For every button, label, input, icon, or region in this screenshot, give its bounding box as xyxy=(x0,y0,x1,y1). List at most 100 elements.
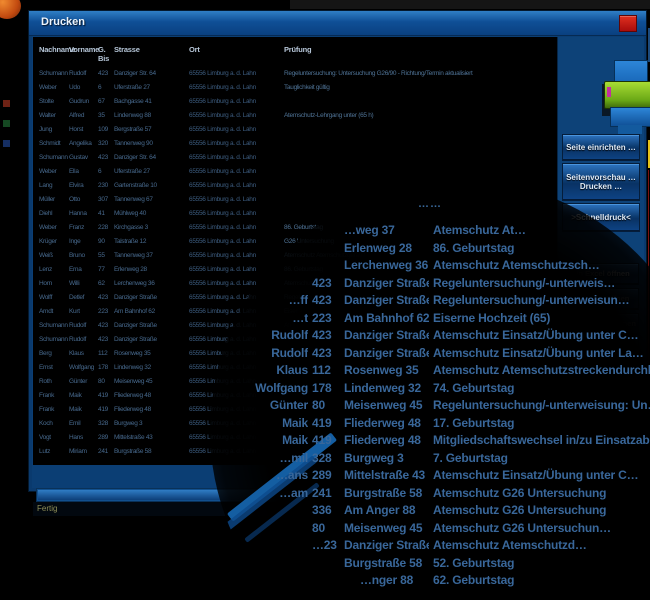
column-header-ort: Ort xyxy=(189,45,284,63)
cell-nachname: Müller xyxy=(39,193,69,207)
lens-cell-number: 419 xyxy=(312,415,340,432)
lens-cell-pruefung: Regeluntersuchung/-unterweisun… xyxy=(433,292,650,309)
lens-cell-pruefung: Regeluntersuchung/-unterweis… xyxy=(433,275,650,292)
cell-nachname: Schmidt xyxy=(39,137,69,151)
cell-pruefung xyxy=(284,123,557,137)
printer-icon-tab xyxy=(618,125,642,134)
cell-strasse: Danziger Straße xyxy=(114,291,189,305)
lens-cell-name xyxy=(228,520,308,537)
lens-cell-pruefung: Atemschutz Einsatz/Übung unter C… xyxy=(433,467,650,484)
cell-nachname: Krüger xyxy=(39,235,69,249)
lens-cell-name: …am xyxy=(228,485,308,502)
cell-bis: 328 xyxy=(98,417,114,431)
lens-cell-street: Danziger Straße xyxy=(344,327,429,344)
cell-strasse: Danziger Str. 64 xyxy=(114,67,189,81)
cell-vorname: Miriam xyxy=(69,445,98,459)
table-row: Schumann Gustav 423 Danziger Str. 64 655… xyxy=(33,151,557,165)
cell-strasse: Mühlweg 40 xyxy=(114,207,189,221)
cell-vorname: Udo xyxy=(69,81,98,95)
cell-strasse: Danziger Straße xyxy=(114,333,189,347)
cell-bis: 307 xyxy=(98,193,114,207)
cell-nachname: Lutz xyxy=(39,445,69,459)
cell-bis: 423 xyxy=(98,67,114,81)
cell-nachname: Schumann xyxy=(39,319,69,333)
table-header-row: Nachname Vorname G.Bis Strasse Ort Prüfu… xyxy=(33,45,557,63)
lens-cell-pruefung: 7. Geburtstag xyxy=(433,450,650,467)
lens-cell-name: Maik xyxy=(228,432,308,449)
lens-cell-pruefung: Eiserne Hochzeit (65) xyxy=(433,310,650,327)
cell-strasse: Burgstraße 58 xyxy=(114,445,189,459)
background-window-edge xyxy=(290,0,650,9)
print-action-button[interactable]: Seitenvorschau … Drucken … xyxy=(562,163,640,201)
lens-cell-name xyxy=(228,502,308,519)
cell-vorname: Maik xyxy=(69,403,98,417)
cell-bis: 41 xyxy=(98,207,114,221)
cell-vorname: Gudrun xyxy=(69,95,98,109)
cell-strasse: Bachgasse 41 xyxy=(114,95,189,109)
close-button[interactable] xyxy=(619,15,637,32)
lens-row: Maik 419 Fliederweg 48 Mitgliedschaftswe… xyxy=(210,432,650,449)
cell-ort: 65556 Limburg a. d. Lahn xyxy=(189,193,284,207)
cell-strasse: Uferstraße 27 xyxy=(114,165,189,179)
cell-bis: 423 xyxy=(98,151,114,165)
cell-bis: 62 xyxy=(98,277,114,291)
cell-pruefung xyxy=(284,151,557,165)
lens-cell-number xyxy=(312,240,340,257)
lens-cell-number: 289 xyxy=(312,467,340,484)
lens-cell-street: Mittelstraße 43 xyxy=(344,467,429,484)
lens-row: …mil 328 Burgweg 3 7. Geburtstag xyxy=(210,450,650,467)
cell-ort: 65556 Limburg a. d. Lahn xyxy=(189,179,284,193)
title-bar[interactable]: Drucken xyxy=(29,11,646,36)
lens-cell-name xyxy=(228,257,308,274)
lens-cell-pruefung: 52. Geburtstag xyxy=(433,555,650,572)
lens-cell-pruefung: Atemschutz Atemschutzsch… xyxy=(433,257,650,274)
cell-vorname: Detlef xyxy=(69,291,98,305)
lens-cell-number: 178 xyxy=(312,380,340,397)
cell-vorname: Hans xyxy=(69,431,98,445)
cell-ort: 65556 Limburg a. d. Lahn xyxy=(189,109,284,123)
cell-pruefung xyxy=(284,95,557,109)
background-pixel-icon xyxy=(3,120,10,127)
lens-cell-number: …23 xyxy=(312,537,340,554)
lens-cell-street: …nger 88 xyxy=(344,572,429,589)
cell-nachname: Lang xyxy=(39,179,69,193)
cell-vorname: Rudolf xyxy=(69,67,98,81)
lens-cell-street: Am Anger 88 xyxy=(344,502,429,519)
cell-strasse: Am Bahnhof 62 xyxy=(114,305,189,319)
cell-bis: 178 xyxy=(98,361,114,375)
cell-nachname: Horn xyxy=(39,277,69,291)
lens-row: …ff 423 Danziger Straße Regeluntersuchun… xyxy=(210,292,650,309)
lens-cell-pruefung: Atemschutz Einsatz/Übung unter C… xyxy=(433,327,650,344)
lens-row: Günter 80 Meisenweg 45 Regeluntersuchung… xyxy=(210,397,650,414)
cell-bis: 109 xyxy=(98,123,114,137)
lens-cell-pruefung: Atemschutz Atemschutzd… xyxy=(433,537,650,554)
column-header-pruefung: Prüfung xyxy=(284,45,557,63)
button-label: Seite einrichten … xyxy=(563,143,639,152)
cell-nachname: Weiß xyxy=(39,249,69,263)
lens-cell-number: 423 xyxy=(312,345,340,362)
lens-cell-name: Rudolf xyxy=(228,327,308,344)
lens-cell-name xyxy=(228,222,308,239)
lens-cell-name: …ans xyxy=(228,467,308,484)
lens-cell-pruefung: Mitgliedschaftswechsel in/zu Einsatzab… xyxy=(433,432,650,449)
lens-cell-name xyxy=(228,275,308,292)
cell-vorname: Erna xyxy=(69,263,98,277)
lens-row: 336 Am Anger 88 Atemschutz G26 Untersuch… xyxy=(210,502,650,519)
lens-row: Erlenweg 28 86. Geburtstag xyxy=(210,240,650,257)
lens-cell-pruefung: Atemschutz G26 Untersuchung xyxy=(433,502,650,519)
lens-cell-name: …ff xyxy=(228,292,308,309)
lens-cell-street: Danziger Straße xyxy=(344,292,429,309)
lens-cell-pruefung: Atemschutz At… xyxy=(433,222,650,239)
lens-row: …23 Danziger Straße Atemschutz Atemschut… xyxy=(210,537,650,554)
lens-row: Burgstraße 58 52. Geburtstag xyxy=(210,555,650,572)
cell-nachname: Weber xyxy=(39,165,69,179)
cell-nachname: Frank xyxy=(39,403,69,417)
cell-vorname: Alfred xyxy=(69,109,98,123)
lens-cell-pruefung: 62. Geburtstag xyxy=(433,572,650,589)
cell-vorname: Horst xyxy=(69,123,98,137)
lens-row: …weg 37 Atemschutz At… xyxy=(210,222,650,239)
cell-bis: 423 xyxy=(98,319,114,333)
cell-ort: 65556 Limburg a. d. Lahn xyxy=(189,165,284,179)
lens-cell-name xyxy=(228,537,308,554)
print-action-button[interactable]: Seite einrichten … xyxy=(562,134,640,161)
